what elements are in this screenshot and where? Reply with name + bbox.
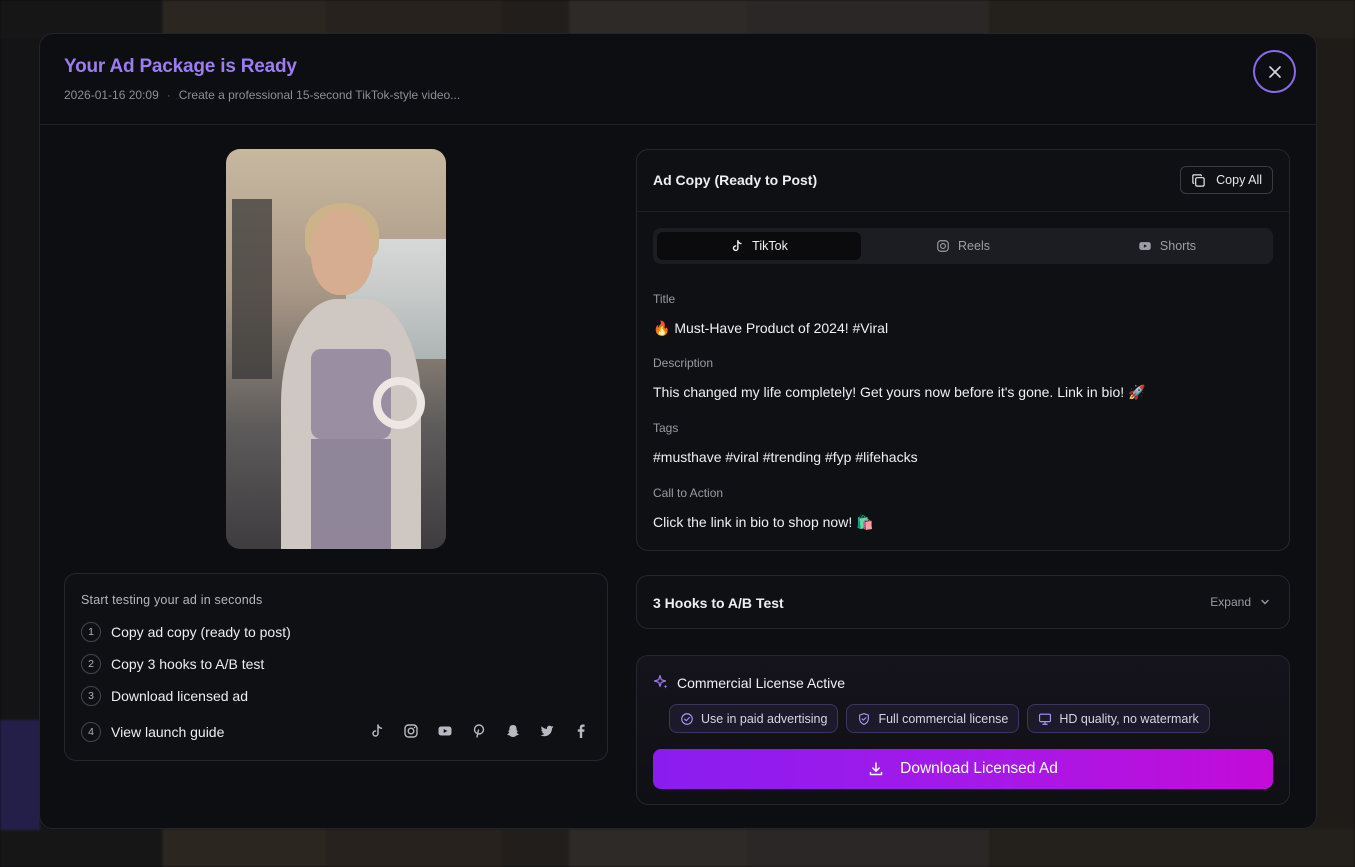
modal-header: Your Ad Package is Ready 2026-01-16 20:0… bbox=[40, 34, 1316, 125]
tab-label: TikTok bbox=[752, 239, 788, 253]
download-licensed-ad-button[interactable]: Download Licensed Ad bbox=[653, 749, 1273, 789]
tags-field-label: Tags bbox=[653, 421, 679, 435]
shield-icon bbox=[859, 712, 870, 725]
created-date: 2026-01-16 20:09 bbox=[64, 88, 159, 102]
snapchat-icon[interactable] bbox=[503, 721, 523, 741]
prompt-preview: Create a professional 15-second TikTok-s… bbox=[178, 88, 461, 102]
step-label: View launch guide bbox=[111, 724, 225, 740]
step-copy-ad[interactable]: 1 Copy ad copy (ready to post) bbox=[81, 622, 291, 642]
background-strip bbox=[0, 829, 1355, 867]
quick-start-heading: Start testing your ad in seconds bbox=[81, 593, 263, 607]
step-label: Copy 3 hooks to A/B test bbox=[111, 656, 265, 672]
step-download[interactable]: 3 Download licensed ad bbox=[81, 686, 248, 706]
step-label: Copy ad copy (ready to post) bbox=[111, 624, 291, 640]
quick-start-panel: Start testing your ad in seconds 1 Copy … bbox=[64, 573, 608, 761]
copy-all-button[interactable]: Copy All bbox=[1180, 166, 1273, 194]
ad-video-preview[interactable] bbox=[226, 149, 446, 549]
instagram-icon bbox=[937, 240, 949, 252]
chip-label: HD quality, no watermark bbox=[1059, 711, 1199, 726]
title-field-label: Title bbox=[653, 292, 676, 306]
meta-separator: · bbox=[166, 88, 171, 102]
youtube-icon[interactable] bbox=[435, 721, 455, 741]
hooks-title: 3 Hooks to A/B Test bbox=[653, 595, 784, 611]
close-icon bbox=[1268, 65, 1281, 78]
chip-label: Use in paid advertising bbox=[701, 711, 828, 726]
download-icon bbox=[869, 762, 883, 776]
license-title: Commercial License Active bbox=[677, 675, 846, 691]
cta-field-label: Call to Action bbox=[653, 486, 724, 500]
tiktok-icon bbox=[732, 240, 742, 252]
video-product-headphones bbox=[373, 377, 425, 429]
tags-field-value: #musthave #viral #trending #fyp #lifehac… bbox=[653, 449, 918, 465]
step-copy-hooks[interactable]: 2 Copy 3 hooks to A/B test bbox=[81, 654, 264, 674]
ad-copy-card: Ad Copy (Ready to Post) Copy All TikTok … bbox=[636, 149, 1290, 551]
step-number: 4 bbox=[81, 722, 101, 742]
check-circle-icon bbox=[681, 712, 693, 725]
feature-chip-commercial: Full commercial license bbox=[846, 704, 1020, 733]
license-features: Use in paid advertising Full commercial … bbox=[669, 704, 1210, 733]
background-block bbox=[0, 720, 40, 830]
feature-chip-hd: HD quality, no watermark bbox=[1027, 704, 1210, 733]
hooks-card[interactable]: 3 Hooks to A/B Test Expand bbox=[636, 575, 1290, 629]
copy-all-label: Copy All bbox=[1216, 173, 1262, 187]
tab-reels[interactable]: Reels bbox=[861, 232, 1065, 260]
step-launch-guide[interactable]: 4 View launch guide bbox=[81, 722, 224, 742]
modal-meta: 2026-01-16 20:09 · Create a professional 1… bbox=[64, 88, 460, 102]
license-card: Commercial License Active Use in paid ad… bbox=[636, 655, 1290, 805]
expand-button[interactable]: Expand bbox=[1210, 595, 1271, 609]
copy-icon bbox=[1192, 173, 1205, 187]
tiktok-icon[interactable] bbox=[367, 721, 387, 741]
platform-tabs: TikTok Reels Shorts bbox=[653, 228, 1273, 264]
ad-copy-header: Ad Copy (Ready to Post) Copy All bbox=[637, 150, 1289, 212]
instagram-icon[interactable] bbox=[401, 721, 421, 741]
video-scene-rack bbox=[232, 199, 272, 379]
step-number: 2 bbox=[81, 654, 101, 674]
twitter-icon[interactable] bbox=[537, 721, 557, 741]
step-label: Download licensed ad bbox=[111, 688, 248, 704]
download-label: Download Licensed Ad bbox=[900, 760, 1058, 777]
step-number: 3 bbox=[81, 686, 101, 706]
monitor-icon bbox=[1039, 713, 1052, 725]
facebook-icon[interactable] bbox=[571, 721, 591, 741]
title-field-value: 🔥 Must-Have Product of 2024! #Viral bbox=[653, 320, 889, 336]
chevron-down-icon bbox=[1261, 599, 1269, 605]
feature-chip-paid-ads: Use in paid advertising bbox=[669, 704, 839, 733]
ad-copy-title: Ad Copy (Ready to Post) bbox=[653, 172, 818, 188]
expand-label: Expand bbox=[1210, 595, 1251, 609]
close-button[interactable] bbox=[1253, 50, 1296, 93]
tab-tiktok[interactable]: TikTok bbox=[657, 232, 861, 260]
ad-package-modal: Your Ad Package is Ready 2026-01-16 20:0… bbox=[39, 33, 1317, 829]
sparkle-icon bbox=[653, 674, 668, 689]
chip-label: Full commercial license bbox=[878, 711, 1009, 726]
description-field-label: Description bbox=[653, 356, 714, 370]
tab-label: Reels bbox=[958, 239, 990, 253]
tab-label: Shorts bbox=[1159, 239, 1197, 253]
step-number: 1 bbox=[81, 622, 101, 642]
pinterest-icon[interactable] bbox=[469, 721, 489, 741]
youtube-icon bbox=[1139, 242, 1151, 250]
tab-shorts[interactable]: Shorts bbox=[1065, 232, 1269, 260]
cta-field-value: Click the link in bio to shop now! 🛍️ bbox=[653, 514, 874, 530]
social-share-icons bbox=[367, 721, 591, 741]
modal-title: Your Ad Package is Ready bbox=[64, 56, 297, 77]
video-person bbox=[281, 203, 425, 549]
description-field-value: This changed my life completely! Get you… bbox=[653, 384, 1146, 400]
